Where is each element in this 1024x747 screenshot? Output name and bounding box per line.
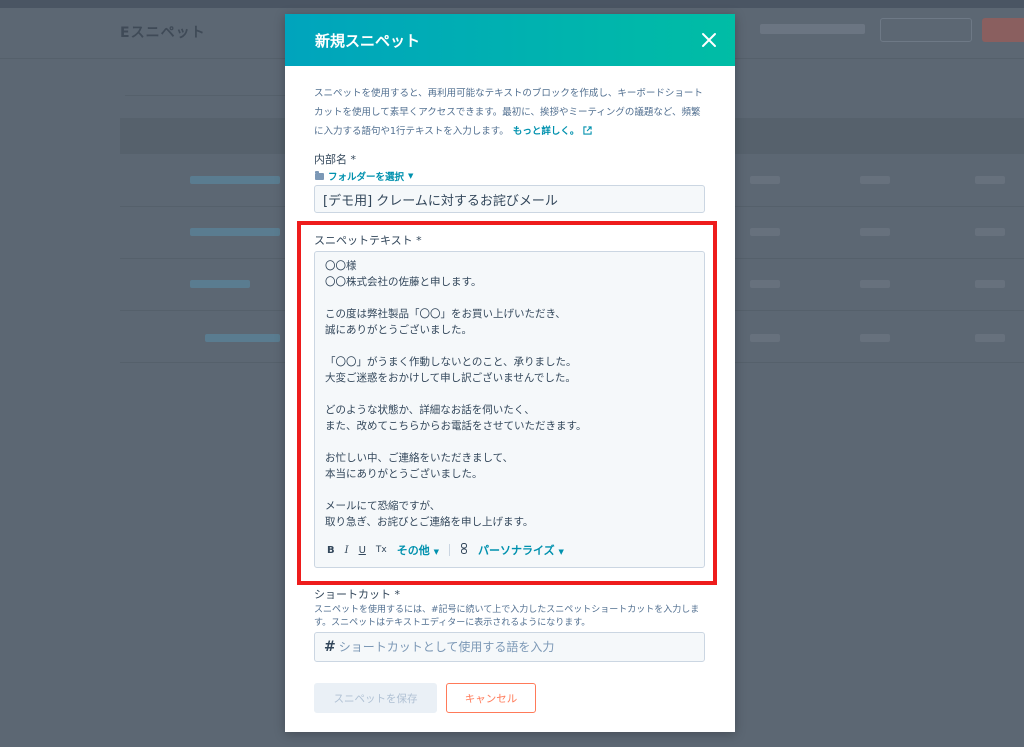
background-link — [760, 24, 865, 34]
background-table-cell — [860, 280, 890, 288]
modal-title: 新規スニペット — [315, 32, 421, 50]
background-page-title: Eスニペット — [120, 25, 206, 41]
folder-icon — [315, 170, 324, 180]
background-table-cell — [205, 334, 280, 342]
background-table-cell — [975, 228, 1005, 236]
external-link-icon — [583, 126, 592, 135]
shortcut-help-text: スニペットを使用するには、#記号に続いて上で入力したスニペットショートカットを入… — [314, 605, 700, 628]
background-table-cell — [190, 280, 250, 288]
annotation-highlight-box — [297, 221, 717, 585]
shortcut-label: ショートカット * — [314, 588, 400, 601]
save-snippet-button[interactable]: スニペットを保存 — [314, 683, 437, 713]
background-table-cell — [860, 228, 890, 236]
modal-header: 新規スニペット — [285, 14, 735, 66]
background-filter — [125, 78, 285, 96]
intro-text: スニペットを使用すると、再利用可能なテキストのブロックを作成し、キーボードショー… — [314, 88, 703, 137]
background-table-cell — [750, 280, 780, 288]
background-table-cell — [190, 176, 280, 184]
background-table-cell — [975, 176, 1005, 184]
background-table-cell — [750, 334, 780, 342]
background-table-cell — [750, 228, 780, 236]
shortcut-input[interactable] — [338, 640, 679, 654]
background-table-cell — [750, 176, 780, 184]
background-table-cell — [975, 280, 1005, 288]
folder-select-label: フォルダーを選択 — [328, 172, 405, 183]
close-button[interactable] — [697, 28, 721, 52]
background-table-cell — [975, 334, 1005, 342]
hash-icon: # — [324, 639, 336, 655]
background-primary-button — [982, 18, 1024, 42]
chevron-down-icon: ▼ — [408, 172, 414, 180]
folder-select[interactable]: フォルダーを選択 ▼ — [315, 169, 413, 183]
cancel-button[interactable]: キャンセル — [446, 683, 536, 713]
background-table-cell — [860, 176, 890, 184]
background-table-cell — [190, 228, 280, 236]
shortcut-field[interactable]: # — [314, 632, 705, 662]
app-topbar — [0, 0, 1024, 8]
internal-name-input[interactable] — [314, 185, 705, 213]
intro-description: スニペットを使用すると、再利用可能なテキストのブロックを作成し、キーボードショー… — [314, 84, 709, 141]
background-button — [880, 18, 972, 42]
internal-name-label: 内部名 * — [314, 153, 356, 166]
learn-more-link[interactable]: もっと詳しく。 — [513, 126, 580, 137]
background-table-cell — [860, 334, 890, 342]
close-icon — [702, 33, 716, 47]
